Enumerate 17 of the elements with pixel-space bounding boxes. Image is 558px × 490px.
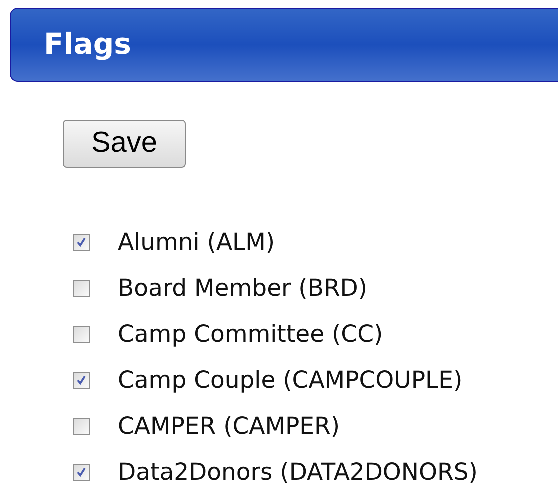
check-icon xyxy=(76,467,87,478)
flag-label: Board Member (BRD) xyxy=(118,272,368,304)
checkbox[interactable] xyxy=(73,234,90,251)
flag-label: Data2Donors (DATA2DONORS) xyxy=(118,456,478,488)
flag-label: CAMPER (CAMPER) xyxy=(118,410,340,442)
checkbox[interactable] xyxy=(73,464,90,481)
panel-title: Flags xyxy=(44,26,132,64)
check-icon xyxy=(76,375,87,386)
checkbox[interactable] xyxy=(73,418,90,435)
checkbox[interactable] xyxy=(73,280,90,297)
checkbox[interactable] xyxy=(73,372,90,389)
check-icon xyxy=(76,237,87,248)
save-button[interactable]: Save xyxy=(63,120,186,168)
checkbox[interactable] xyxy=(73,326,90,343)
flag-label: Camp Couple (CAMPCOUPLE) xyxy=(118,364,463,396)
flag-label: Alumni (ALM) xyxy=(118,226,276,258)
flag-label: Camp Committee (CC) xyxy=(118,318,384,350)
